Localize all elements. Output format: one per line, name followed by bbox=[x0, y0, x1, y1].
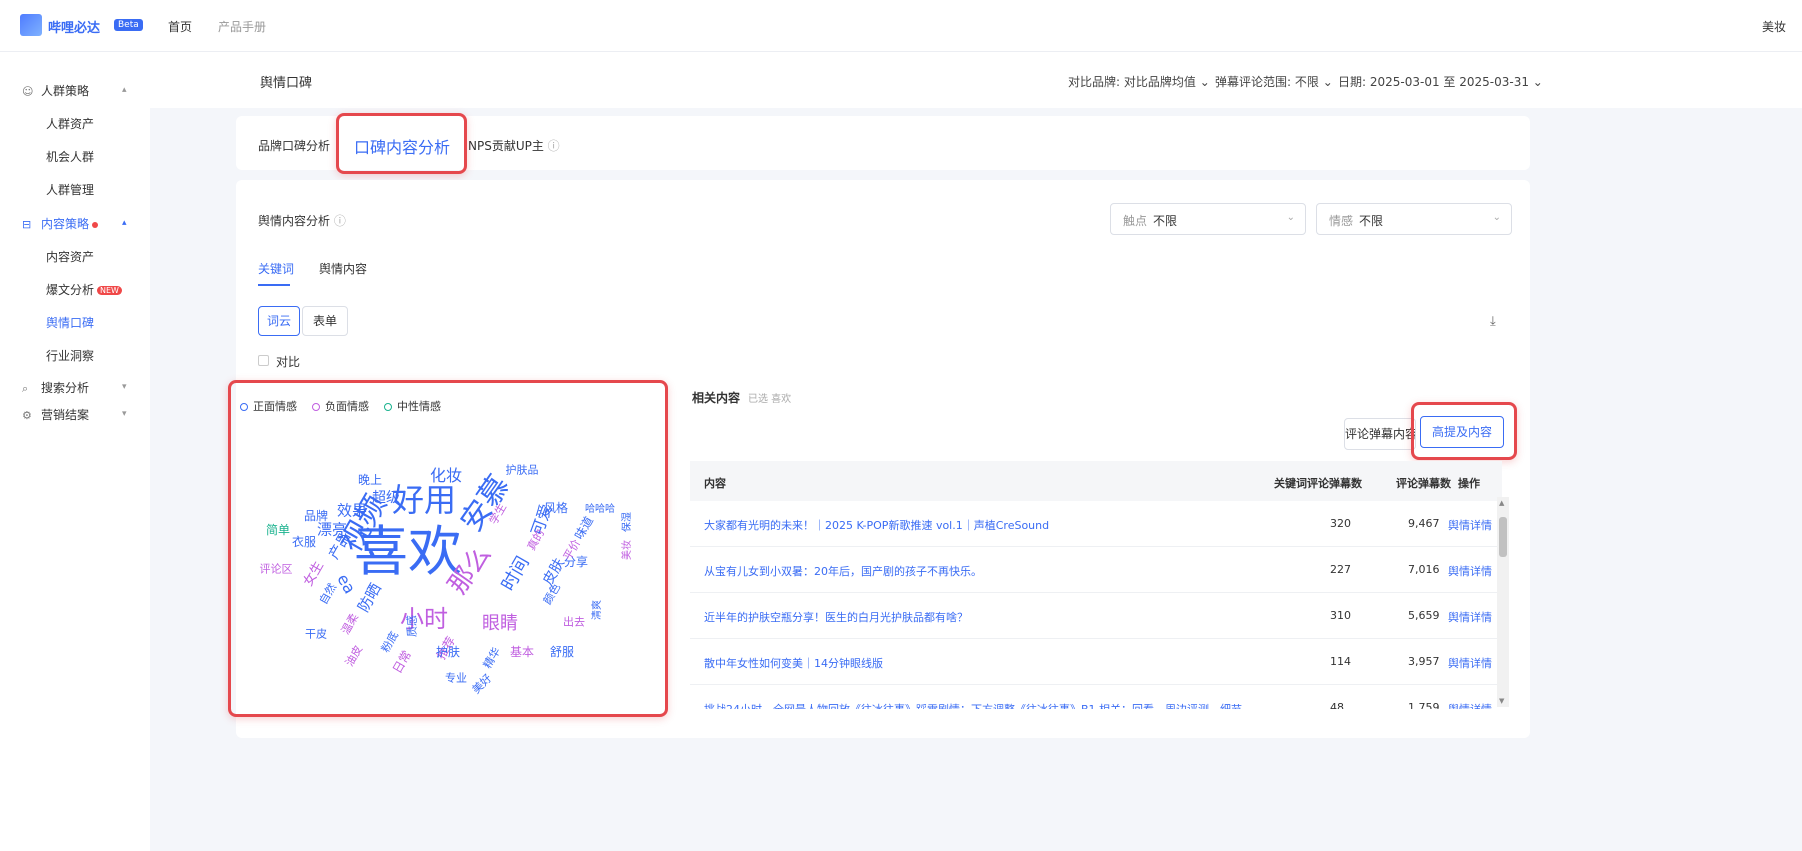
subtab-keywords[interactable]: 关键词 bbox=[258, 260, 294, 277]
touchpoint-select[interactable]: 触点 不限 ⌄ bbox=[1110, 203, 1306, 235]
row-keyword-count: 310 bbox=[1330, 609, 1351, 622]
section-title: 舆情内容分析 ⓘ bbox=[258, 214, 346, 228]
chevron-down-icon: ⌄ bbox=[1322, 75, 1333, 89]
compare-brand-filter[interactable]: 对比品牌: 对比品牌均值 ⌄ bbox=[1068, 73, 1210, 90]
compare-label: 对比 bbox=[276, 355, 301, 369]
tab-brand-reputation[interactable]: 品牌口碑分析 bbox=[258, 137, 330, 154]
sidebar-item-people-manage[interactable]: 人群管理 bbox=[46, 181, 94, 198]
scroll-thumb[interactable] bbox=[1499, 517, 1507, 557]
table-header: 内容 关键词评论弹幕数 评论弹幕数 操作 bbox=[690, 461, 1502, 501]
row-keyword-count: 320 bbox=[1330, 517, 1351, 530]
sidebar-item-search-analysis[interactable]: ⌕ 搜索分析 bbox=[22, 379, 89, 396]
table-row: 散中年女性如何变美｜14分钟眼线版 114 3,957 舆情详情 bbox=[690, 639, 1502, 685]
highlight-box bbox=[336, 113, 467, 174]
row-total-count: 1,759 bbox=[1408, 701, 1440, 709]
report-icon: ⚙ bbox=[22, 409, 32, 422]
search-icon: ⌕ bbox=[22, 382, 29, 395]
table-scrollbar[interactable]: ▲ ▼ bbox=[1497, 497, 1509, 707]
sidebar-item-sentiment[interactable]: 舆情口碑 bbox=[46, 314, 94, 331]
sidebar-item-opportunity-people[interactable]: 机会人群 bbox=[46, 148, 94, 165]
nav-manual[interactable]: 产品手册 bbox=[218, 18, 266, 35]
related-content-table: 内容 关键词评论弹幕数 评论弹幕数 操作 大家都有光明的未来！｜2025 K-P… bbox=[690, 461, 1502, 709]
sidebar-item-content-strategy[interactable]: ⊟ 内容策略 bbox=[22, 215, 99, 232]
comment-range-filter[interactable]: 弹幕评论范围: 不限 ⌄ bbox=[1215, 73, 1333, 90]
chevron-down-icon[interactable]: ▾ bbox=[122, 409, 127, 419]
sidebar-item-industry-insight[interactable]: 行业洞察 bbox=[46, 347, 94, 364]
scroll-down-icon[interactable]: ▼ bbox=[1499, 697, 1504, 705]
row-keyword-count: 114 bbox=[1330, 655, 1351, 668]
row-total-count: 9,467 bbox=[1408, 517, 1440, 530]
table-row: 大家都有光明的未来！｜2025 K-POP新歌推速 vol.1｜声植CreSou… bbox=[690, 501, 1502, 547]
sidebar-item-people-strategy[interactable]: ☺ 人群策略 bbox=[22, 82, 89, 99]
chevron-down-icon: ⌄ bbox=[1199, 75, 1210, 89]
comment-content-button[interactable]: 评论弹幕内容 bbox=[1344, 418, 1416, 450]
tab-nps-up[interactable]: NPS贡献UP主 ⓘ bbox=[468, 137, 560, 154]
sidebar: ☺ 人群策略 ▴ 人群资产 机会人群 人群管理 ⊟ 内容策略 ▴ 内容资产 爆文分析… bbox=[0, 52, 150, 851]
chevron-down-icon: ⌄ bbox=[1532, 75, 1543, 89]
row-content-link[interactable]: 散中年女性如何变美｜14分钟眼线版 bbox=[704, 655, 883, 671]
compare-checkbox[interactable] bbox=[258, 355, 269, 366]
col-total-count: 评论弹幕数 bbox=[1396, 477, 1451, 490]
row-content-link[interactable]: 近半年的护肤空瓶分享！医生的白月光护肤品都有啥？ bbox=[704, 609, 968, 625]
row-detail-link[interactable]: 舆情详情 bbox=[1448, 701, 1492, 709]
top-bar: 哔哩必达 Beta 首页 产品手册 美妆 bbox=[0, 0, 1802, 52]
info-icon: ⓘ bbox=[330, 214, 346, 228]
col-content: 内容 bbox=[704, 477, 726, 490]
active-tab-indicator bbox=[258, 284, 290, 286]
scroll-up-icon[interactable]: ▲ bbox=[1499, 499, 1504, 507]
row-keyword-count: 48 bbox=[1330, 701, 1344, 709]
table-row: 从宝有儿女到小双暑：20年后，国产剧的孩子不再快乐。 227 7,016 舆情详情 bbox=[690, 547, 1502, 593]
row-keyword-count: 227 bbox=[1330, 563, 1351, 576]
col-action: 操作 bbox=[1458, 477, 1480, 490]
view-wordcloud-button[interactable]: 词云 bbox=[258, 306, 300, 336]
chevron-up-icon[interactable]: ▴ bbox=[122, 85, 127, 95]
selected-keyword: 已选 喜欢 bbox=[748, 394, 792, 405]
table-row: 近半年的护肤空瓶分享！医生的白月光护肤品都有啥？ 310 5,659 舆情详情 bbox=[690, 593, 1502, 639]
chevron-down-icon[interactable]: ▾ bbox=[122, 382, 127, 392]
sidebar-item-people-assets[interactable]: 人群资产 bbox=[46, 115, 94, 132]
row-content-link[interactable]: 挑战24小时，全网最人物回放《往冰往事》踩雷剧情：下方调整《往冰往事》B1 相关… bbox=[704, 701, 1264, 709]
col-keyword-count: 关键词评论弹幕数 bbox=[1274, 477, 1362, 490]
related-title: 相关内容 bbox=[692, 391, 741, 405]
highlight-box bbox=[228, 380, 668, 717]
page-header: 舆情口碑 对比品牌: 对比品牌均值 ⌄ 弹幕评论范围: 不限 ⌄ 日期: 202… bbox=[150, 52, 1802, 108]
highlight-box bbox=[1411, 402, 1517, 460]
app-logo[interactable] bbox=[20, 14, 42, 36]
content-icon: ⊟ bbox=[22, 218, 32, 231]
app-name[interactable]: 哔哩必达 bbox=[48, 17, 100, 36]
nav-home[interactable]: 首页 bbox=[168, 18, 192, 35]
date-filter[interactable]: 日期: 2025-03-01 至 2025-03-31 ⌄ bbox=[1338, 73, 1543, 90]
page-title: 舆情口碑 bbox=[260, 76, 313, 91]
row-detail-link[interactable]: 舆情详情 bbox=[1448, 563, 1492, 579]
subtab-sentiment-content[interactable]: 舆情内容 bbox=[319, 260, 367, 277]
beta-badge: Beta bbox=[114, 19, 143, 31]
alert-dot bbox=[92, 221, 99, 228]
download-icon[interactable]: ⤓ bbox=[1490, 314, 1496, 329]
chevron-down-icon: ⌄ bbox=[1286, 212, 1295, 223]
row-detail-link[interactable]: 舆情详情 bbox=[1448, 517, 1492, 533]
row-detail-link[interactable]: 舆情详情 bbox=[1448, 655, 1492, 671]
row-total-count: 5,659 bbox=[1408, 609, 1440, 622]
sentiment-select[interactable]: 情感 不限 ⌄ bbox=[1316, 203, 1512, 235]
info-icon: ⓘ bbox=[543, 139, 560, 153]
row-total-count: 3,957 bbox=[1408, 655, 1440, 668]
user-account[interactable]: 美妆 bbox=[1762, 18, 1786, 35]
sidebar-item-marketing-report[interactable]: ⚙ 营销结案 bbox=[22, 406, 89, 423]
row-detail-link[interactable]: 舆情详情 bbox=[1448, 609, 1492, 625]
table-row: 挑战24小时，全网最人物回放《往冰往事》踩雷剧情：下方调整《往冰往事》B1 相关… bbox=[690, 685, 1502, 709]
row-content-link[interactable]: 大家都有光明的未来！｜2025 K-POP新歌推速 vol.1｜声植CreSou… bbox=[704, 517, 1049, 533]
sidebar-item-viral-analysis[interactable]: 爆文分析 NEW bbox=[46, 281, 122, 298]
row-content-link[interactable]: 从宝有儿女到小双暑：20年后，国产剧的孩子不再快乐。 bbox=[704, 563, 982, 579]
sidebar-item-content-assets[interactable]: 内容资产 bbox=[46, 248, 94, 265]
view-table-button[interactable]: 表单 bbox=[302, 306, 348, 336]
chevron-up-icon[interactable]: ▴ bbox=[122, 218, 127, 228]
people-icon: ☺ bbox=[22, 85, 34, 98]
chevron-down-icon: ⌄ bbox=[1492, 212, 1501, 223]
new-badge: NEW bbox=[97, 286, 122, 295]
row-total-count: 7,016 bbox=[1408, 563, 1440, 576]
